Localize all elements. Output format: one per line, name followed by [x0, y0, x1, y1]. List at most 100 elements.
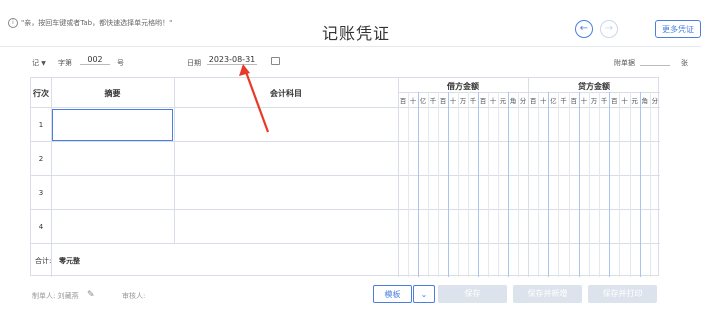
credit-digit-unit: 分 [651, 97, 659, 105]
attachment-label: 附单据 [614, 59, 635, 67]
credit-digit-divider [609, 92, 611, 277]
summary-cell[interactable] [52, 210, 174, 243]
debit-digit-divider [458, 92, 459, 277]
attachment-unit: 张 [681, 59, 688, 67]
credit-digit-unit: 百 [611, 97, 618, 105]
credit-digit-divider [639, 92, 641, 277]
voucher-table: 行次 摘要 会计科目 借方金额 贷方金额 百十亿千百十万千百十元角分百十亿千百十… [30, 77, 660, 277]
debit-digit-unit: 角 [509, 97, 517, 105]
debit-digit-divider [488, 92, 489, 277]
annotation-arrow [239, 64, 270, 133]
voucher-number-suffix: 号 [117, 59, 124, 67]
debit-digit-divider [448, 92, 449, 277]
account-cell[interactable] [175, 210, 398, 243]
debit-digit-unit: 亿 [419, 97, 427, 105]
credit-digit-divider [599, 92, 601, 277]
header-debit: 借方金额 [447, 82, 479, 91]
date-label: 日期 [187, 59, 201, 67]
save-button[interactable]: 保存 [438, 285, 507, 303]
template-button[interactable]: 模板 [373, 285, 412, 303]
prev-voucher-button[interactable]: ← [575, 20, 593, 38]
credit-digit-divider [629, 92, 631, 277]
credit-digit-divider [588, 92, 590, 277]
info-icon: i [8, 18, 18, 28]
next-voucher-button[interactable]: → [600, 20, 618, 38]
header-row-no: 行次 [33, 89, 49, 98]
hint-bar: i "亲，按回车键或者Tab，都快速选择单元格哟！" [8, 18, 172, 28]
debit-digit-unit: 千 [429, 97, 437, 105]
credit-digit-divider [619, 92, 621, 277]
voucher-word-select[interactable]: 记 ▼ [32, 58, 46, 68]
header-account: 会计科目 [270, 89, 302, 98]
debit-digit-unit: 百 [479, 97, 487, 105]
pencil-icon[interactable]: ✎ [87, 290, 95, 300]
credit-digit-divider [649, 92, 651, 277]
more-vouchers-button[interactable]: 更多凭证 [655, 20, 701, 38]
save-print-button[interactable]: 保存并打印 [588, 285, 657, 303]
debit-digit-divider [468, 92, 469, 277]
credit-digit-unit: 千 [560, 97, 567, 105]
total-label: 合计: [35, 257, 52, 265]
credit-digit-unit: 万 [590, 97, 598, 105]
debit-digit-divider [438, 92, 439, 277]
hint-text: "亲，按回车键或者Tab，都快速选择单元格哟！" [21, 19, 173, 27]
account-cell[interactable] [175, 108, 398, 141]
account-cell[interactable] [175, 176, 398, 209]
voucher-word-label: 字第 [58, 59, 72, 67]
row-number: 1 [38, 121, 44, 129]
debit-digit-unit: 百 [399, 97, 407, 105]
arrow-left-icon: ← [579, 23, 589, 34]
credit-digit-unit: 角 [641, 97, 649, 105]
credit-digit-unit: 百 [570, 97, 577, 105]
debit-digit-unit: 十 [409, 97, 417, 105]
save-new-button[interactable]: 保存并新增 [513, 285, 582, 303]
credit-digit-unit: 十 [539, 97, 547, 105]
attachment-count-input[interactable] [640, 55, 670, 66]
debit-digit-unit: 千 [469, 97, 477, 105]
template-dropdown-button[interactable]: ⌄ [413, 285, 435, 303]
credit-digit-unit: 千 [600, 97, 608, 105]
row-number: 3 [38, 189, 44, 197]
debit-digit-divider [428, 92, 429, 277]
credit-digit-unit: 亿 [550, 97, 557, 105]
voucher-number-input[interactable]: 002 [80, 55, 110, 65]
credit-digit-unit: 百 [529, 97, 537, 105]
debit-digit-divider [508, 92, 509, 277]
debit-digit-divider [518, 92, 519, 277]
debit-digit-divider [478, 92, 479, 277]
debit-digit-unit: 十 [489, 97, 497, 105]
header-summary: 摘要 [104, 89, 121, 98]
summary-cell[interactable] [52, 142, 174, 175]
debit-digit-divider [408, 92, 409, 277]
voucher-word-value: 记 [32, 59, 39, 67]
debit-digit-unit: 十 [449, 97, 457, 105]
row-number: 2 [38, 155, 44, 163]
page-title: 记账凭证 [322, 24, 391, 43]
summary-cell[interactable] [52, 176, 174, 209]
credit-digit-unit: 十 [621, 97, 628, 105]
credit-digit-unit: 十 [580, 97, 588, 105]
total-value: 零元整 [59, 257, 80, 265]
credit-digit-divider [548, 92, 550, 277]
header-credit: 贷方金额 [578, 82, 610, 91]
debit-digit-divider [418, 92, 419, 277]
debit-digit-unit: 元 [499, 97, 507, 105]
debit-digit-unit: 万 [459, 97, 467, 105]
arrow-right-icon: → [604, 23, 614, 34]
row-number: 4 [38, 223, 44, 231]
credit-digit-divider [558, 92, 560, 277]
caret-down-icon: ▼ [41, 60, 46, 67]
debit-digit-unit: 分 [519, 97, 527, 105]
chevron-down-icon: ⌄ [420, 290, 428, 299]
credit-digit-divider [538, 92, 540, 277]
debit-digit-divider [498, 92, 499, 277]
preparer-label: 制单人: 刘藏燕 [32, 292, 79, 300]
debit-digit-unit: 百 [439, 97, 447, 105]
summary-cell[interactable] [52, 109, 173, 141]
credit-digit-divider [568, 92, 570, 277]
credit-digit-unit: 元 [631, 97, 638, 105]
account-cell[interactable] [175, 142, 398, 175]
credit-digit-divider [578, 92, 580, 277]
header-divider [0, 46, 701, 47]
reviewer-label: 审核人: [122, 292, 146, 300]
